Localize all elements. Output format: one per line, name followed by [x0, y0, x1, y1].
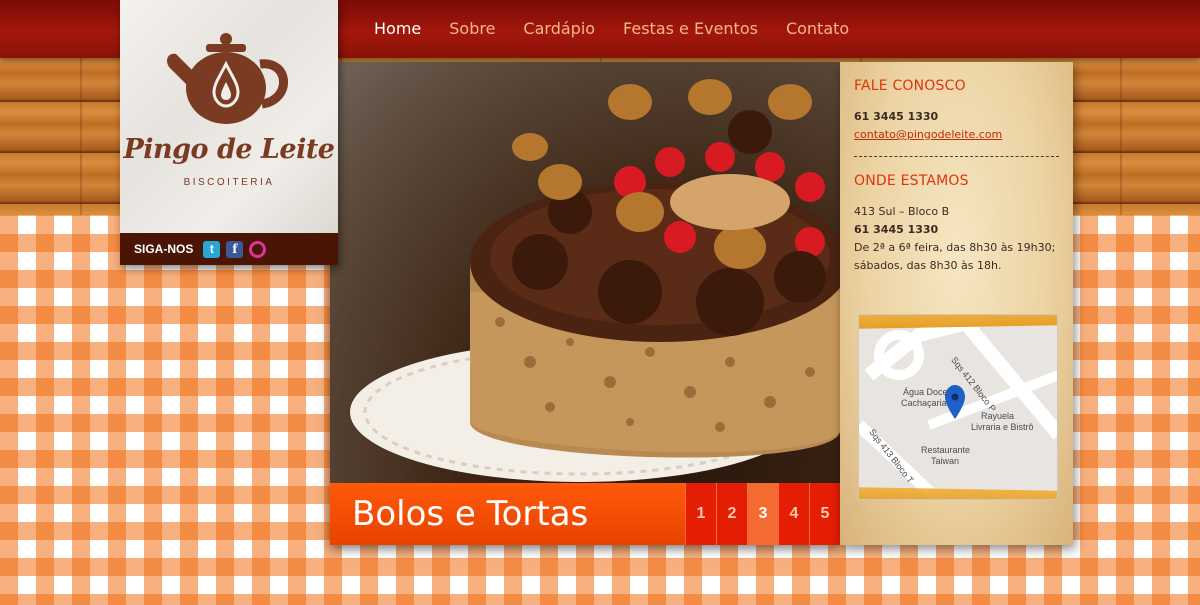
logo-card: Pingo de Leite BISCOITERIA SIGA-NOS t f — [120, 0, 338, 265]
main-nav: Home Sobre Cardápio Festas e Eventos Con… — [360, 0, 863, 58]
social-bar: SIGA-NOS t f — [120, 233, 338, 265]
sidebar: FALE CONOSCO 61 3445 1330 contato@pingod… — [840, 62, 1073, 545]
brand-name: Pingo de Leite — [123, 134, 335, 165]
pager-1[interactable]: 1 — [685, 483, 716, 545]
cake-image — [350, 79, 840, 482]
contact-phone: 61 3445 1330 — [854, 110, 939, 123]
facebook-icon[interactable]: f — [226, 240, 244, 258]
pager-4[interactable]: 4 — [778, 483, 809, 545]
hero-title: Bolos e Tortas — [352, 494, 589, 534]
location-phone: 61 3445 1330 — [854, 223, 939, 236]
map-label-cachacaria: Cachaçaria — [901, 398, 947, 408]
map-label-livraria: Livraria e Bistrô — [971, 422, 1034, 432]
nav-festas-eventos[interactable]: Festas e Eventos — [609, 0, 772, 58]
pager-3[interactable]: 3 — [747, 483, 778, 545]
logo[interactable]: Pingo de Leite BISCOITERIA — [120, 0, 338, 233]
teapot-icon — [167, 33, 288, 124]
hero-caption: Bolos e Tortas 1 2 3 4 5 — [330, 483, 840, 545]
pager-5[interactable]: 5 — [809, 483, 840, 545]
location-map[interactable]: Água Doce Cachaçaria Rayuela Livraria e … — [858, 314, 1058, 500]
nav-cardapio[interactable]: Cardápio — [509, 0, 609, 58]
map-label-agua-doce: Água Doce — [903, 387, 948, 397]
twitter-icon[interactable]: t — [203, 240, 221, 258]
nav-home[interactable]: Home — [360, 0, 435, 58]
contact-heading: FALE CONOSCO — [854, 78, 966, 94]
brand-tagline: BISCOITERIA — [183, 177, 275, 188]
social-label: SIGA-NOS — [134, 242, 194, 256]
contact-email-link[interactable]: contato@pingodeleite.com — [854, 128, 1002, 141]
hero-slideshow: Bolos e Tortas 1 2 3 4 5 — [330, 62, 840, 545]
location-address: 413 Sul – Bloco B — [854, 205, 950, 218]
location-hours-saturday: sábados, das 8h30 às 18h. — [854, 259, 1002, 272]
map-label-rayuela: Rayuela — [981, 411, 1015, 421]
location-heading: ONDE ESTAMOS — [854, 173, 969, 189]
nav-sobre[interactable]: Sobre — [435, 0, 509, 58]
map-label-restaurante: Restaurante — [921, 445, 971, 455]
nav-contato[interactable]: Contato — [772, 0, 863, 58]
map-label-taiwan: Taiwan — [931, 456, 960, 466]
pager-2[interactable]: 2 — [716, 483, 747, 545]
sidebar-divider — [854, 156, 1059, 157]
slide-pager: 1 2 3 4 5 — [685, 483, 840, 545]
map-streets — [859, 315, 1057, 499]
flickr-icon[interactable] — [249, 240, 267, 258]
location-hours-weekday: De 2ª a 6ª feira, das 8h30 às 19h30; — [854, 241, 1056, 254]
